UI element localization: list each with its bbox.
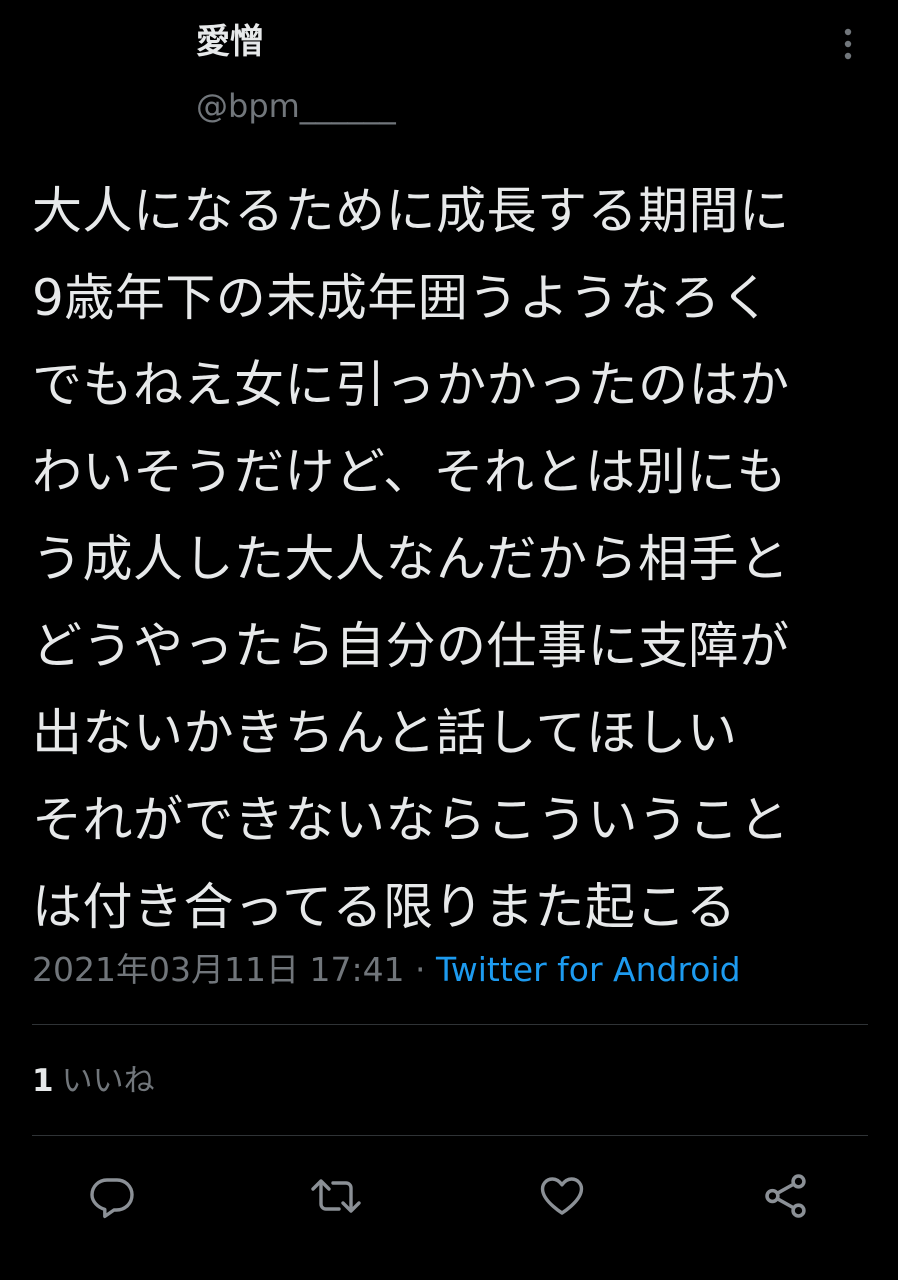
share-button[interactable] bbox=[756, 1166, 816, 1226]
likes-stat[interactable]: 1 いいね bbox=[32, 1058, 155, 1104]
reply-icon bbox=[90, 1178, 134, 1219]
tweet-text-line: 大人になるために成長する期間に bbox=[32, 182, 790, 240]
more-options-button[interactable] bbox=[828, 22, 868, 66]
likes-count: 1 bbox=[32, 1063, 54, 1099]
tweet-timestamp[interactable]: 2021年03月11日 17:41 bbox=[32, 950, 405, 989]
tweet-text-line: う成人した大人なんだから相手と bbox=[32, 530, 790, 588]
tweet-text-line: どうやったら自分の仕事に支障が bbox=[32, 617, 790, 675]
divider bbox=[32, 1024, 868, 1025]
retweet-button[interactable] bbox=[306, 1166, 366, 1226]
tweet-text-line: でもねえ女に引っかかったのはか bbox=[32, 356, 790, 414]
tweet-text: 大人になるために成長する期間に 9歳年下の未成年囲うようなろく でもねえ女に引っ… bbox=[32, 168, 872, 951]
tweet-header: 愛憎 @bpm______ bbox=[0, 0, 898, 140]
author-handle[interactable]: @bpm______ bbox=[196, 84, 396, 128]
tweet-text-line: 出ないかきちんと話してほしい bbox=[32, 704, 738, 762]
reply-button[interactable] bbox=[82, 1166, 142, 1226]
tweet-source-link[interactable]: Twitter for Android bbox=[436, 950, 741, 989]
meta-separator: · bbox=[404, 950, 437, 989]
tweet-text-line: 9歳年下の未成年囲うようなろく bbox=[32, 269, 772, 327]
tweet-text-line: は付き合ってる限りまた起こる bbox=[32, 878, 737, 936]
tweet-metadata: 2021年03月11日 17:41 · Twitter for Android bbox=[32, 945, 741, 995]
author-display-name[interactable]: 愛憎 bbox=[196, 20, 264, 64]
divider bbox=[32, 1135, 868, 1136]
like-button[interactable] bbox=[532, 1166, 592, 1226]
more-vertical-icon bbox=[844, 28, 852, 60]
tweet-text-line: わいそうだけど、それとは別にも bbox=[32, 443, 787, 501]
share-icon bbox=[765, 1174, 806, 1218]
likes-label: いいね bbox=[61, 1063, 155, 1099]
retweet-icon bbox=[311, 1179, 361, 1213]
tweet-text-line: それができないならこういうこと bbox=[32, 791, 790, 849]
heart-icon bbox=[540, 1177, 584, 1215]
